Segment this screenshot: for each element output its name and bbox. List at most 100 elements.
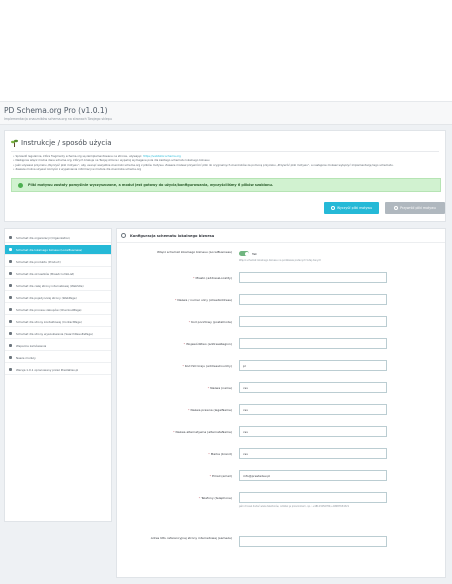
sidebar-item-icon — [9, 344, 12, 347]
sidebar-item-icon — [9, 284, 12, 287]
field-label: * Kod ISO kraju (addressCountry) — [117, 364, 232, 368]
field-label: * Nazwa alternatywna (alternateName) — [117, 430, 232, 434]
field-label: * Email (email) — [117, 474, 232, 478]
sameas-input[interactable] — [239, 536, 387, 547]
divider — [11, 151, 439, 152]
sidebar-item[interactable]: Schemat dla pojedynczej strony (WebPage) — [5, 293, 111, 303]
field-input[interactable]: pl — [239, 360, 387, 371]
enable-switch-wrap: Tak — [239, 251, 257, 256]
field-input[interactable]: csv — [239, 382, 387, 393]
sidebar-item-label: Schemat dla całej strony internetowej (W… — [16, 283, 84, 288]
sidebar-item-label: Schemat dla produktu (Product) — [16, 259, 61, 264]
form-row-enable: Włącz schemat lokalnego biznesu (LocalBu… — [117, 249, 445, 269]
enable-help: Włącz schemat lokalnego biznesu na podst… — [239, 259, 322, 262]
field-input[interactable]: csv — [239, 426, 387, 437]
sidebar-item[interactable]: Schemat dla strony kontaktowej (ContactP… — [5, 317, 111, 327]
instruction-item: • Zawsze można używać korzyści z wypełni… — [13, 166, 142, 171]
sidebar-item[interactable]: Schemat dla całej strony internetowej (W… — [5, 281, 111, 291]
enable-switch[interactable] — [239, 251, 249, 256]
field-label: * Nazwa (name) — [117, 386, 232, 390]
field-label: * Telefony (telephone) — [117, 496, 232, 500]
form-row: * Marka (brand) csv — [117, 448, 445, 466]
field-label: * Województwo (addressRegion) — [117, 342, 232, 346]
gear-icon — [121, 233, 126, 238]
form-row: * Nazwa / numer ulicy (streetAddress) — [117, 294, 445, 312]
sidebar: Schemat dla organizacji (Organization) Sc… — [4, 228, 112, 522]
sidebar-item-label: Schemat dla pojedynczej strony (WebPage) — [16, 295, 77, 300]
field-label-text: Województwo (addressRegion) — [186, 342, 232, 346]
form-row: * Nazwa (name) csv — [117, 382, 445, 400]
refresh-icon — [394, 206, 399, 210]
form-header: Konfiguracja schematu lokalnego biznesu — [117, 229, 445, 243]
sidebar-item[interactable]: Schemat dla lokalnego biznesu (LocalBusi… — [5, 245, 111, 255]
sidebar-item-icon — [9, 332, 12, 335]
enable-label: Włącz schemat lokalnego biznesu (LocalBu… — [157, 250, 232, 254]
sidebar-item-label: Wsparcie zamówienia — [16, 343, 47, 348]
form-row: * Województwo (addressRegion) — [117, 338, 445, 356]
form-row: * Kod ISO kraju (addressCountry) pl — [117, 360, 445, 378]
cog-icon — [330, 206, 335, 210]
field-input[interactable] — [239, 272, 387, 283]
field-label-text: Telefony (telephone) — [201, 496, 232, 500]
field-input[interactable]: csv — [239, 404, 387, 415]
sidebar-item-icon — [9, 356, 12, 359]
sidebar-item[interactable]: Wsparcie zamówienia — [5, 341, 111, 351]
sidebar-item-icon — [9, 260, 12, 263]
field-input[interactable] — [239, 338, 387, 349]
sameas-label: Adres URL referencyjnej strony interneto… — [150, 536, 232, 540]
telephone-help: jeśli chcesz dodać wiele telefonów, oddz… — [239, 505, 350, 508]
instructions-title: Instrukcje / sposób użycia — [21, 139, 112, 147]
sidebar-item[interactable]: Wersja 1.0.1 opracowany przez PrestaDev.… — [5, 365, 111, 375]
success-alert: Pliki motywu zostały pomyślnie wyczyszcz… — [11, 178, 441, 192]
field-input[interactable]: info@prestadev.pl — [239, 470, 387, 481]
instruction-text: Zawsze można używać korzyści z wypełnien… — [15, 166, 142, 171]
form-row: * Telefony (telephone) jeśli chcesz dodać… — [117, 492, 445, 510]
restore-theme-files-label: Przywróć pliki motywu — [400, 206, 436, 210]
sidebar-item[interactable]: Schemat dla strony wyszukiwania (SearchR… — [5, 329, 111, 339]
field-label: * Kod pocztowy (postalCode) — [117, 320, 232, 324]
sidebar-item-label: Schemat dla procesu zakupów (CheckoutPag… — [16, 307, 82, 312]
seedling-icon — [11, 139, 18, 147]
sidebar-item[interactable]: Schemat dla produktu (Product) — [5, 257, 111, 267]
sidebar-item[interactable]: Schemat dla procesu zakupów (CheckoutPag… — [5, 305, 111, 315]
restore-theme-files-button[interactable]: Przywróć pliki motywu — [385, 202, 445, 214]
field-input[interactable] — [239, 492, 387, 503]
field-label-text: Nazwa prawna (legalName) — [190, 408, 232, 412]
form-panel: Konfiguracja schematu lokalnego biznesu … — [116, 228, 446, 578]
instructions-panel: Instrukcje / sposób użycia • Sprawdź reg… — [4, 130, 446, 222]
form-row: * Miasto (addressLocality) — [117, 272, 445, 290]
field-label-text: Nazwa (name) — [210, 386, 232, 390]
field-label: * Marka (brand) — [117, 452, 232, 456]
clear-theme-files-label: Wyczyść pliki motywu — [336, 206, 373, 210]
form-title: Konfiguracja schematu lokalnego biznesu — [130, 233, 215, 238]
sidebar-item-label: Schemat dla lokalnego biznesu (LocalBusi… — [16, 247, 83, 252]
sidebar-item-icon — [9, 236, 12, 239]
page-header: PD Schema.org Pro (v1.0.1) Implementacja… — [0, 101, 452, 125]
field-label-text: Kod pocztowy (postalCode) — [191, 320, 232, 324]
sidebar-item-icon — [9, 272, 12, 275]
alert-text: Pliki motywu zostały pomyślnie wyczyszcz… — [28, 183, 274, 187]
field-input[interactable] — [239, 294, 387, 305]
field-input[interactable] — [239, 316, 387, 327]
sidebar-item[interactable]: Schemat dla organizacji (Organization) — [5, 233, 111, 243]
clear-theme-files-button[interactable]: Wyczyść pliki motywu — [324, 202, 379, 214]
sidebar-item-label: Schemat dla okruszków (BreadcrumbList) — [16, 271, 75, 276]
sidebar-item-icon — [9, 248, 12, 251]
instructions-heading: Instrukcje / sposób użycia — [11, 139, 111, 147]
sidebar-item-label: Wersja 1.0.1 opracowany przez PrestaDev.… — [16, 367, 79, 372]
field-label-text: Email (email) — [212, 474, 232, 478]
sidebar-item-label: Schemat dla strony kontaktowej (ContactP… — [16, 319, 82, 324]
sidebar-item-icon — [9, 320, 12, 323]
sidebar-item[interactable]: Schemat dla okruszków (BreadcrumbList) — [5, 269, 111, 279]
app-window: PD Schema.org Pro (v1.0.1) Implementacja… — [0, 0, 452, 584]
sidebar-item[interactable]: Nasze moduły — [5, 353, 111, 363]
form-row: * Nazwa alternatywna (alternateName) csv — [117, 426, 445, 444]
form-row: * Kod pocztowy (postalCode) — [117, 316, 445, 334]
sidebar-item-label: Schemat dla strony wyszukiwania (SearchR… — [16, 331, 93, 336]
form-row: * Email (email) info@prestadev.pl — [117, 470, 445, 488]
sidebar-item-icon — [9, 368, 12, 371]
field-label-text: Miasto (addressLocality) — [195, 276, 232, 280]
field-label-text: Nazwa / numer ulicy (streetAddress) — [177, 298, 232, 302]
sidebar-item-label: Schemat dla organizacji (Organization) — [16, 235, 71, 240]
field-input[interactable]: csv — [239, 448, 387, 459]
